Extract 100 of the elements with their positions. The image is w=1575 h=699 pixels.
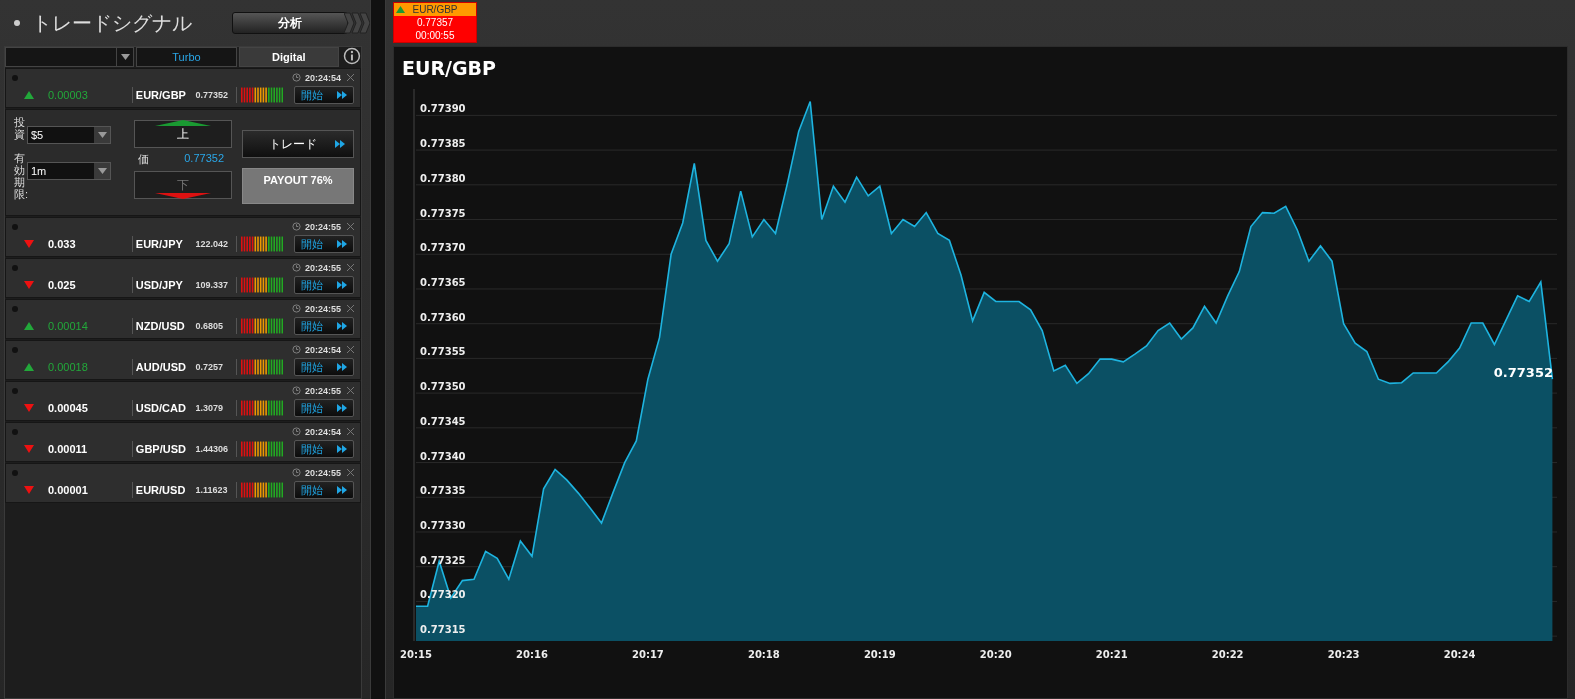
down-triangle-icon <box>24 445 34 453</box>
strength-meter-icon <box>240 400 284 416</box>
y-axis-label: 0.77355 <box>420 346 466 358</box>
signal-row[interactable]: 20:24:55 0.00001 EUR/USD 1.11623 開始 <box>5 463 361 503</box>
x-axis-label: 20:17 <box>632 649 664 660</box>
signal-time: 20:24:55 <box>304 221 341 232</box>
y-axis-label: 0.77330 <box>420 520 466 531</box>
start-button[interactable]: 開始 <box>294 86 354 104</box>
trade-button[interactable]: トレード <box>242 130 354 158</box>
status-dot-icon <box>12 74 18 81</box>
close-icon[interactable] <box>347 74 354 81</box>
expiry-select[interactable]: 1m <box>27 162 111 180</box>
pair-name: EUR/GBP <box>135 89 187 101</box>
start-button[interactable]: 開始 <box>294 276 354 294</box>
clock-icon <box>291 73 301 82</box>
clock-icon <box>291 345 301 354</box>
pair-price: 1.44306 <box>195 444 229 454</box>
start-button[interactable]: 開始 <box>294 235 354 253</box>
start-button[interactable]: 開始 <box>294 358 354 376</box>
signal-row[interactable]: 20:24:55 0.00045 USD/CAD 1.3079 開始 <box>5 381 361 421</box>
caret-icon <box>97 168 107 174</box>
close-icon[interactable] <box>347 264 354 271</box>
up-button[interactable]: 上 <box>134 120 232 148</box>
close-icon[interactable] <box>347 387 354 394</box>
pair-name: AUD/USD <box>135 361 187 373</box>
pair-name: NZD/USD <box>135 320 186 332</box>
pair-price: 109.337 <box>195 280 229 290</box>
start-button[interactable]: 開始 <box>294 481 354 499</box>
investment-select[interactable]: $5 <box>27 126 111 144</box>
start-button[interactable]: 開始 <box>294 440 354 458</box>
fast-forward-icon <box>335 140 345 148</box>
signal-row[interactable]: 20:24:54 0.00003 EUR/GBP 0.77352 開始 <box>5 68 361 108</box>
change-value: 0.00011 <box>48 443 89 455</box>
x-axis-label: 20:23 <box>1327 649 1360 660</box>
ticker-card[interactable]: EUR/GBP 0.77357 00:00:55 <box>393 2 477 43</box>
close-icon[interactable] <box>347 223 354 230</box>
bullet-icon <box>14 20 20 26</box>
change-value: 0.00014 <box>48 320 89 332</box>
ticker-pair: EUR/GBP <box>412 3 458 16</box>
signal-row[interactable]: 20:24:55 0.025 USD/JPY 109.337 開始 <box>5 258 361 298</box>
strength-meter-icon <box>240 87 284 103</box>
info-icon[interactable] <box>343 47 361 65</box>
fast-forward-icon <box>337 240 347 248</box>
clock-icon <box>291 468 301 477</box>
close-icon[interactable] <box>347 346 354 353</box>
strength-meter-icon <box>240 482 284 498</box>
price-label: 価 <box>138 152 149 167</box>
investment-label: 投資 <box>14 116 25 141</box>
close-icon[interactable] <box>347 428 354 435</box>
y-axis-label: 0.77345 <box>420 415 466 427</box>
x-axis-label: 20:19 <box>863 649 896 660</box>
signal-row[interactable]: 20:24:55 0.033 EUR/JPY 122.042 開始 <box>5 217 361 257</box>
signal-row[interactable]: 20:24:54 0.00018 AUD/USD 0.7257 開始 <box>5 340 361 380</box>
scrollbar[interactable] <box>370 0 386 699</box>
chart-title: EUR/GBP <box>401 56 497 81</box>
signal-time: 20:24:54 <box>304 72 341 83</box>
status-dot-icon <box>12 469 18 476</box>
y-axis-label: 0.77350 <box>420 381 466 393</box>
analysis-button[interactable]: 分析 <box>232 12 348 34</box>
fast-forward-icon <box>337 91 347 99</box>
pair-dropdown[interactable] <box>5 47 135 67</box>
status-dot-icon <box>12 223 18 230</box>
close-icon[interactable] <box>347 305 354 312</box>
tab[interactable]: Turbo <box>136 47 237 67</box>
up-triangle-icon <box>24 363 34 371</box>
x-axis-label: 20:18 <box>747 649 780 660</box>
pair-price: 1.3079 <box>195 403 224 413</box>
strength-meter-icon <box>240 277 284 293</box>
clock-icon <box>291 304 301 313</box>
signal-row[interactable]: 20:24:54 0.00011 GBP/USD 1.44306 開始 <box>5 422 361 462</box>
y-axis-label: 0.77365 <box>420 276 466 288</box>
change-value: 0.025 <box>48 279 77 291</box>
tab[interactable]: Digital <box>238 47 340 67</box>
change-value: 0.00003 <box>48 89 89 101</box>
x-axis-label: 20:22 <box>1211 649 1244 660</box>
chevrons-icon <box>344 12 370 34</box>
signal-time: 20:24:55 <box>304 262 341 273</box>
status-dot-icon <box>12 264 18 271</box>
pair-price: 0.77352 <box>195 90 229 100</box>
close-icon[interactable] <box>347 469 354 476</box>
status-dot-icon <box>12 428 18 435</box>
down-triangle-icon <box>24 281 34 289</box>
start-button[interactable]: 開始 <box>294 317 354 335</box>
fast-forward-icon <box>337 486 347 494</box>
strength-meter-icon <box>240 359 284 375</box>
up-triangle-icon <box>24 91 34 99</box>
x-axis-label: 20:20 <box>979 649 1012 660</box>
y-axis-label: 0.77320 <box>420 589 466 601</box>
y-axis-label: 0.77375 <box>420 207 466 219</box>
signal-time: 20:24:54 <box>304 344 341 355</box>
signal-row[interactable]: 20:24:55 0.00014 NZD/USD 0.6805 開始 <box>5 299 361 339</box>
fast-forward-icon <box>337 404 347 412</box>
pair-name: EUR/USD <box>135 484 187 496</box>
change-value: 0.033 <box>48 238 77 250</box>
y-axis-label: 0.77325 <box>420 554 466 566</box>
start-button[interactable]: 開始 <box>294 399 354 417</box>
x-axis-label: 20:15 <box>400 649 432 660</box>
pair-name: GBP/USD <box>135 443 187 455</box>
down-triangle-icon <box>24 486 34 494</box>
y-axis-label: 0.77385 <box>420 138 466 150</box>
